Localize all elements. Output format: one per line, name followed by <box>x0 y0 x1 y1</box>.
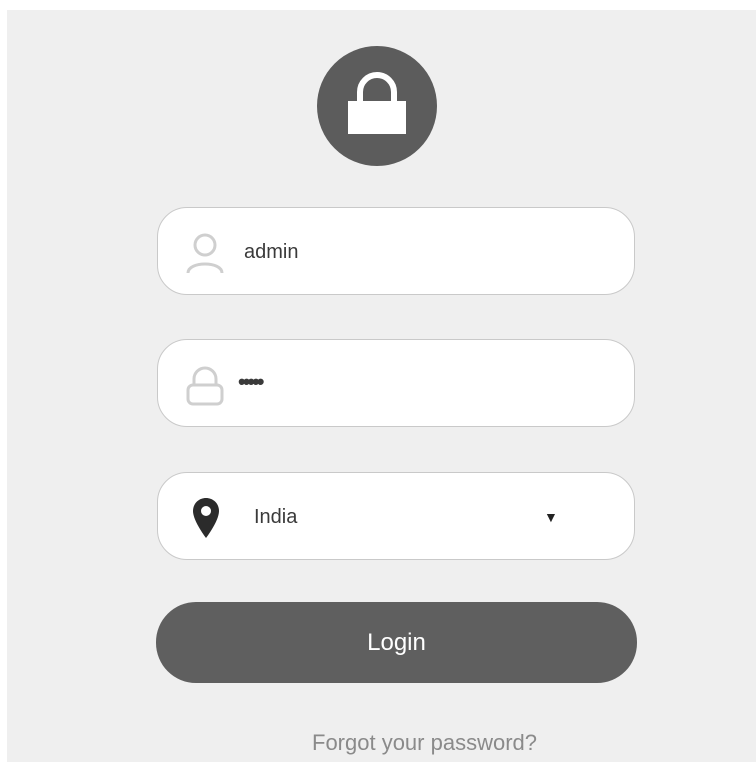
lock-outline-icon <box>186 366 224 406</box>
lock-icon <box>348 72 406 134</box>
forgot-password-link[interactable]: Forgot your password? <box>312 728 537 758</box>
login-button[interactable]: Login <box>156 602 637 683</box>
caret-down-icon[interactable]: ▼ <box>544 510 558 524</box>
password-value: ••••• <box>238 369 264 394</box>
user-icon <box>186 233 224 274</box>
map-pin-icon <box>193 498 219 538</box>
country-selected-value: India <box>254 506 298 528</box>
username-field[interactable]: admin <box>157 207 635 295</box>
lock-logo <box>317 46 437 166</box>
username-value: admin <box>244 241 299 263</box>
country-select[interactable]: India ▼ <box>157 472 635 560</box>
password-field[interactable]: ••••• <box>157 339 635 427</box>
